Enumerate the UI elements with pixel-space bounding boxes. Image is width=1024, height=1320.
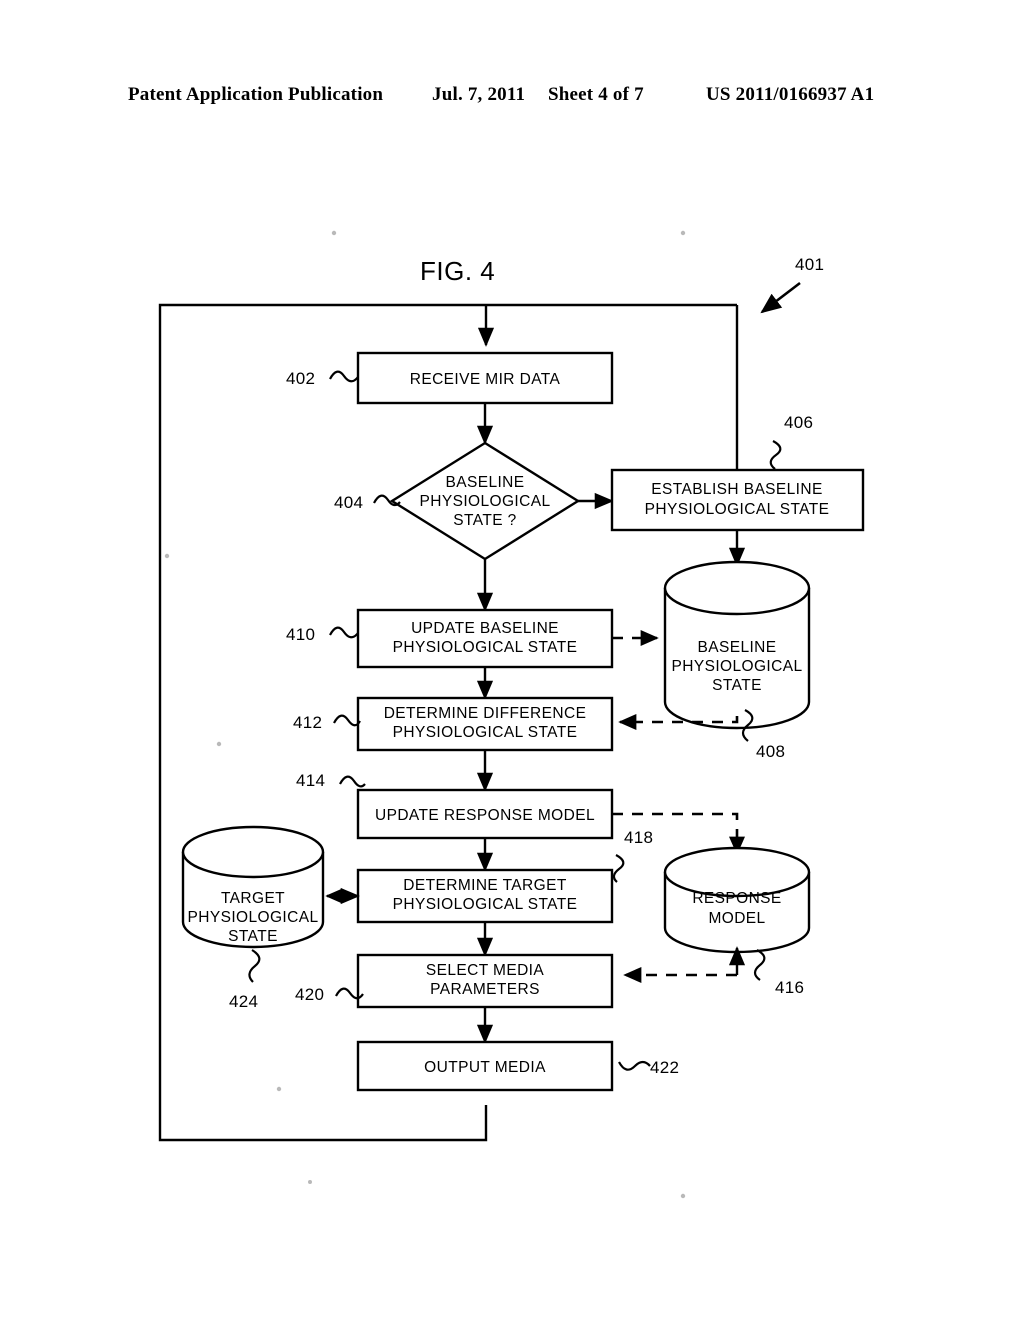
- reference-412: 412: [293, 713, 361, 732]
- reference-414: 414: [296, 771, 366, 790]
- node-target-physiological-state-datastore[interactable]: TARGET PHYSIOLOGICAL STATE: [181, 825, 325, 949]
- node-receive-mir-data[interactable]: RECEIVE MIR DATA: [356, 351, 614, 405]
- reference-422-label: 422: [650, 1058, 679, 1077]
- node-418-label-line2: PHYSIOLOGICAL STATE: [393, 896, 578, 913]
- reference-410-label: 410: [286, 625, 315, 644]
- node-424-label-line1: TARGET: [221, 890, 285, 907]
- node-414-label-line1: UPDATE RESPONSE MODEL: [375, 807, 595, 824]
- reference-422: 422: [618, 1058, 679, 1077]
- node-410-label-line2: PHYSIOLOGICAL STATE: [393, 639, 578, 656]
- reference-402-label: 402: [286, 369, 315, 388]
- reference-404-label: 404: [334, 493, 363, 512]
- node-determine-target-physiological-state[interactable]: DETERMINE TARGET PHYSIOLOGICAL STATE: [356, 868, 614, 924]
- node-408-label-line2: PHYSIOLOGICAL: [672, 658, 803, 675]
- node-404-label-line1: BASELINE: [445, 474, 524, 491]
- reference-402: 402: [286, 369, 359, 388]
- reference-406-label: 406: [784, 413, 813, 432]
- reference-410: 410: [286, 625, 359, 644]
- node-406-label-line2: PHYSIOLOGICAL STATE: [645, 501, 830, 518]
- node-406-label-line1: ESTABLISH BASELINE: [651, 481, 822, 498]
- node-410-label-line1: UPDATE BASELINE: [411, 620, 559, 637]
- node-baseline-physiological-state-datastore[interactable]: BASELINE PHYSIOLOGICAL STATE: [663, 560, 811, 730]
- node-402-label-line1: RECEIVE MIR DATA: [410, 371, 561, 388]
- node-408-label-line3: STATE: [712, 677, 762, 694]
- node-412-label-line1: DETERMINE DIFFERENCE: [384, 705, 587, 722]
- reference-424: 424: [229, 949, 261, 1011]
- reference-408-label: 408: [756, 742, 785, 761]
- reference-404: 404: [334, 493, 401, 512]
- flowchart-diagram: 401 RECEIVE MIR DATA 402 BASELINE PHYSIO…: [158, 230, 865, 1199]
- reference-401-label: 401: [795, 255, 824, 274]
- reference-406: 406: [769, 413, 813, 470]
- reference-416-label: 416: [775, 978, 804, 997]
- node-422-label-line1: OUTPUT MEDIA: [424, 1059, 546, 1076]
- reference-418: 418: [612, 828, 653, 883]
- node-404-label-line3: STATE ?: [453, 512, 516, 529]
- reference-416: 416: [753, 949, 804, 997]
- node-select-media-parameters[interactable]: SELECT MEDIA PARAMETERS: [356, 953, 614, 1009]
- reference-412-label: 412: [293, 713, 322, 732]
- node-408-label-line1: BASELINE: [697, 639, 776, 656]
- reference-420: 420: [295, 985, 364, 1004]
- node-establish-baseline-physiological-state[interactable]: ESTABLISH BASELINE PHYSIOLOGICAL STATE: [610, 468, 865, 532]
- node-412-label-line2: PHYSIOLOGICAL STATE: [393, 724, 578, 741]
- node-420-label-line2: PARAMETERS: [430, 981, 540, 998]
- node-404-label-line2: PHYSIOLOGICAL: [420, 493, 551, 510]
- node-424-label-line2: PHYSIOLOGICAL: [188, 909, 319, 926]
- node-update-baseline-physiological-state[interactable]: UPDATE BASELINE PHYSIOLOGICAL STATE: [356, 608, 614, 669]
- node-response-model-datastore[interactable]: RESPONSE MODEL: [663, 846, 811, 954]
- reference-401-pointer: 401: [760, 255, 824, 314]
- node-418-label-line1: DETERMINE TARGET: [403, 877, 567, 894]
- patent-drawing-page: Patent Application Publication Jul. 7, 2…: [0, 0, 1024, 1320]
- node-416-label-line2: MODEL: [708, 910, 765, 927]
- reference-420-label: 420: [295, 985, 324, 1004]
- reference-414-label: 414: [296, 771, 325, 790]
- reference-418-label: 418: [624, 828, 653, 847]
- node-424-label-line3: STATE: [228, 928, 278, 945]
- node-baseline-physiological-state-decision[interactable]: BASELINE PHYSIOLOGICAL STATE ?: [389, 441, 581, 561]
- node-determine-difference-physiological-state[interactable]: DETERMINE DIFFERENCE PHYSIOLOGICAL STATE: [356, 696, 614, 752]
- node-output-media[interactable]: OUTPUT MEDIA: [356, 1040, 614, 1092]
- reference-424-label: 424: [229, 992, 258, 1011]
- node-update-response-model[interactable]: UPDATE RESPONSE MODEL: [356, 788, 614, 840]
- node-420-label-line1: SELECT MEDIA: [426, 962, 544, 979]
- node-416-label-line1: RESPONSE: [692, 890, 781, 907]
